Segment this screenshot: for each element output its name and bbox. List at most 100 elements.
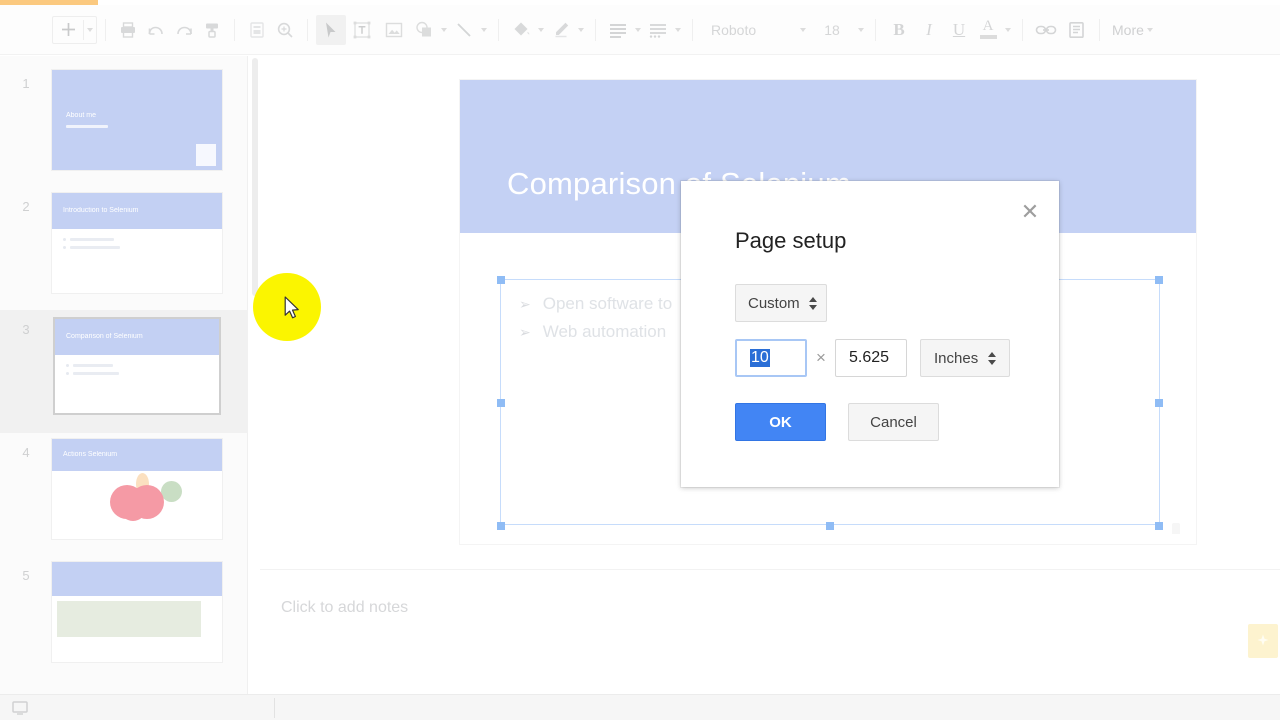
speaker-notes-pane[interactable]: Click to add notes (260, 569, 1280, 694)
dialog-title: Page setup (735, 228, 847, 253)
text-color-label: A (982, 18, 994, 34)
filmstrip-slide-5[interactable]: 5 (0, 556, 248, 679)
canvas-scrollbar-thumb[interactable] (252, 58, 258, 296)
paint-format-button[interactable] (198, 15, 226, 45)
bullet-list-button[interactable] (644, 15, 672, 45)
line-color-button[interactable] (547, 15, 575, 45)
toolbar-separator (595, 18, 596, 41)
shape-chevron-down-icon[interactable] (438, 15, 450, 45)
main-toolbar: Roboto 18 B I U A More (0, 5, 1280, 55)
more-chevron-down-icon[interactable] (1144, 15, 1156, 45)
slide-thumbnail-wrap[interactable]: Actions Selenium (52, 439, 222, 539)
text-color-button[interactable]: A (974, 15, 1002, 45)
toolbar-separator (692, 18, 693, 41)
zoom-button[interactable] (271, 15, 299, 45)
italic-label: I (926, 19, 932, 39)
slide-thumbnail-wrap[interactable]: About me (52, 70, 222, 170)
chevron-down-icon[interactable] (84, 15, 96, 45)
thumb-bullet-dot (66, 364, 69, 367)
insert-link-button[interactable] (1031, 15, 1061, 45)
line-chevron-down-icon[interactable] (478, 15, 490, 45)
text-box-button[interactable] (346, 15, 378, 45)
spinner-arrows-icon[interactable] (988, 351, 997, 365)
cancel-button[interactable]: Cancel (848, 403, 939, 441)
page-preset-value: Custom (748, 294, 800, 312)
page-height-value: 5.625 (849, 349, 890, 366)
page-dimensions-row: 10 × 5.625 Inches (735, 339, 1010, 377)
page-width-input[interactable]: 10 (735, 339, 807, 377)
toolbar-separator (875, 18, 876, 41)
notes-placeholder[interactable]: Click to add notes (281, 599, 408, 617)
more-button[interactable]: More (1112, 22, 1144, 38)
filmstrip-slide-3[interactable]: 3 Comparison of Selenium (0, 310, 248, 433)
page-preset-select[interactable]: Custom (735, 284, 827, 322)
slide-number: 5 (22, 568, 30, 583)
resize-handle-bottom-left[interactable] (497, 522, 505, 530)
resize-handle-middle-right[interactable] (1155, 399, 1163, 407)
page-height-input[interactable]: 5.625 (835, 339, 907, 377)
line-button[interactable] (450, 15, 478, 45)
resize-handle-bottom-center[interactable] (826, 522, 834, 530)
resize-handle-top-right[interactable] (1155, 276, 1163, 284)
resize-handle-middle-left[interactable] (497, 399, 505, 407)
spinner-arrows-icon[interactable] (808, 296, 817, 310)
page-unit-select[interactable]: Inches (920, 339, 1010, 377)
slide-thumbnail-wrap[interactable] (52, 562, 222, 662)
list-chevron-down-icon[interactable] (672, 15, 684, 45)
undo-button[interactable] (142, 15, 170, 45)
font-family-selector[interactable]: Roboto (701, 22, 797, 38)
thumb-bullet-dot (63, 238, 66, 241)
underline-button[interactable]: U (944, 15, 974, 45)
thumb-bullet-line (70, 246, 120, 249)
thumb-corner-shape (196, 144, 216, 166)
text-color-chevron-down-icon[interactable] (1002, 15, 1014, 45)
slide-thumbnail[interactable]: Actions Selenium (52, 439, 222, 539)
insert-image-button[interactable] (378, 15, 410, 45)
toolbar-separator (234, 18, 235, 41)
filmstrip-slide-1[interactable]: 1 About me (0, 64, 248, 187)
comment-button[interactable] (1061, 15, 1091, 45)
slide-thumbnail-wrap[interactable]: Comparison of Selenium (52, 316, 222, 416)
slide-thumbnail[interactable]: Introduction to Selenium (52, 193, 222, 293)
close-icon[interactable]: ✕ (1017, 199, 1043, 225)
slide-thumbnail[interactable]: Comparison of Selenium (55, 319, 219, 413)
bullet-arrow-icon: ➢ (519, 323, 531, 340)
resize-handle-bottom-right[interactable] (1155, 522, 1163, 530)
layout-button[interactable] (243, 15, 271, 45)
align-chevron-down-icon[interactable] (632, 15, 644, 45)
align-button[interactable] (604, 15, 632, 45)
toolbar-separator (1099, 18, 1100, 41)
ok-button[interactable]: OK (735, 403, 826, 441)
font-family-chevron-down-icon[interactable] (797, 15, 809, 45)
filmstrip-slide-4[interactable]: 4 Actions Selenium (0, 433, 248, 556)
explore-button[interactable] (1248, 624, 1278, 658)
new-slide-button[interactable] (52, 15, 97, 45)
italic-button[interactable]: I (914, 15, 944, 45)
underline-label: U (952, 19, 966, 39)
resize-handle-top-left[interactable] (497, 276, 505, 284)
redo-button[interactable] (170, 15, 198, 45)
page-setup-dialog[interactable]: ✕ Page setup Custom 10 × 5.625 Inches OK… (681, 181, 1059, 487)
filmstrip-slide-2[interactable]: 2 Introduction to Selenium (0, 187, 248, 310)
bullet-arrow-icon: ➢ (519, 295, 531, 312)
thumb-green-block (57, 601, 201, 637)
select-tool-button[interactable] (316, 14, 346, 45)
slide-thumbnail[interactable] (52, 562, 222, 662)
line-color-chevron-down-icon[interactable] (575, 15, 587, 45)
slide-filmstrip[interactable]: 1 About me 2 Introduction to Selenium 3 … (0, 56, 248, 696)
mouse-pointer-icon (284, 296, 301, 326)
bold-button[interactable]: B (884, 15, 914, 45)
thumb-heart-shape (110, 485, 164, 521)
fill-color-button[interactable] (507, 15, 535, 45)
status-bar (0, 694, 1280, 720)
slides-app-window: Roboto 18 B I U A More 1 About me 2 Intr… (0, 0, 1280, 720)
font-size-selector[interactable]: 18 (809, 22, 855, 38)
print-button[interactable] (114, 15, 142, 45)
page-width-value: 10 (750, 349, 770, 367)
font-size-chevron-down-icon[interactable] (855, 15, 867, 45)
fill-chevron-down-icon[interactable] (535, 15, 547, 45)
slide-thumbnail-wrap[interactable]: Introduction to Selenium (52, 193, 222, 293)
presentation-icon[interactable] (12, 701, 28, 720)
shape-button[interactable] (410, 15, 438, 45)
slide-thumbnail[interactable]: About me (52, 70, 222, 170)
